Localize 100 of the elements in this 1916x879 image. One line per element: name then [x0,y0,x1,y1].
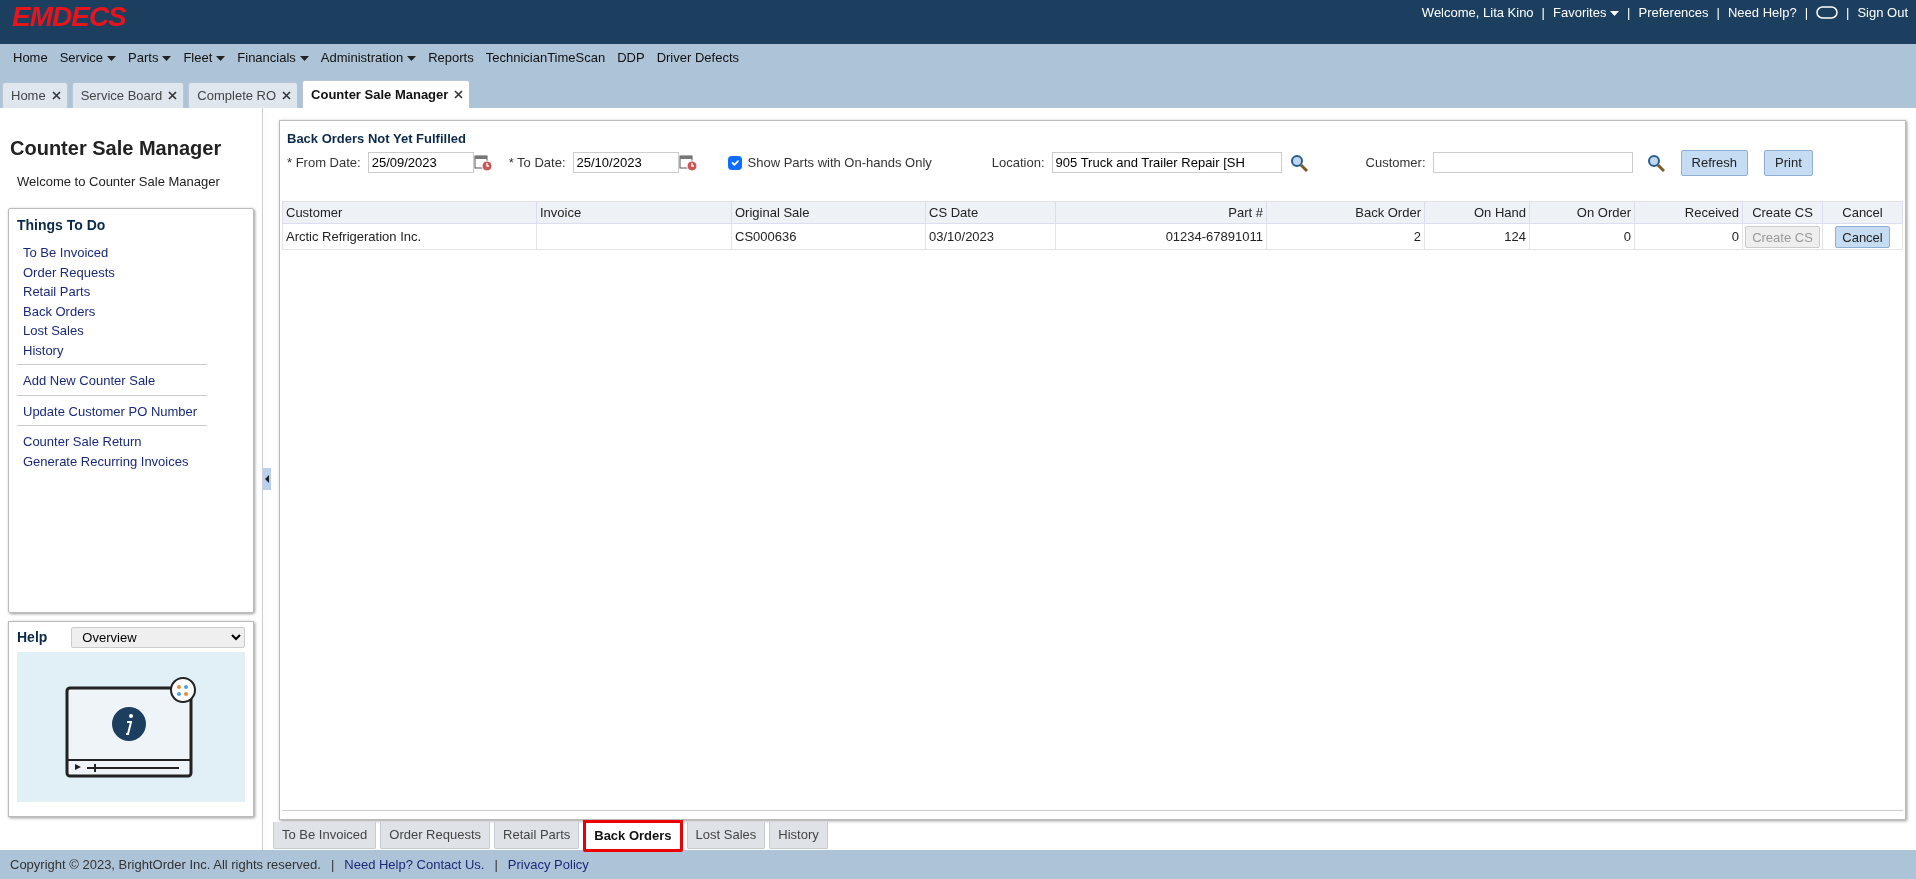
close-icon[interactable] [454,90,464,99]
document-tab[interactable]: Counter Sale Manager [302,80,471,108]
section-tab[interactable]: Retail Parts [494,822,580,849]
menu-item[interactable]: Financials [237,48,309,68]
table-cell: Arctic Refrigeration Inc. [282,223,537,250]
caret-icon [407,55,417,61]
field-label: Customer: [1365,153,1426,172]
customer-field[interactable] [1432,152,1633,173]
column-header: Cancel [1822,201,1903,224]
section-title: Back Orders Not Yet Fulfilled [287,130,467,148]
column-header: Back Order [1266,201,1425,224]
todo-link[interactable]: History [23,340,207,361]
todo-link[interactable]: Retail Parts [23,282,207,302]
header-link[interactable]: Preferences [1638,3,1709,23]
field-label: * From Date: [287,153,361,172]
search-icon[interactable] [1289,153,1308,172]
column-header: Invoice [536,201,732,224]
menu-item[interactable]: Service [59,48,117,68]
caret-icon [162,55,172,61]
date-field[interactable]: 25/10/2023 [572,152,679,173]
table-cell: CS000636 [731,223,926,250]
caret-icon [107,55,117,61]
todo-link[interactable]: Add New Counter Sale [23,371,207,391]
section-tab[interactable]: Order Requests [380,822,491,849]
search-icon[interactable] [1646,153,1665,172]
column-header: Customer [282,201,537,224]
close-icon[interactable] [168,91,178,100]
onhand-checkbox[interactable] [727,155,742,170]
help-topic-select[interactable]: Overview [71,626,245,648]
collapse-handle-icon[interactable] [263,468,271,490]
copyright-text: Copyright © 2023, BrightOrder Inc. All rights reserved. [10,855,321,874]
todo-link[interactable]: To Be Invoiced [23,243,207,263]
checkbox-label: Show Parts with On-hands Only [747,153,932,172]
header-link[interactable]: Need Help? [1727,3,1797,23]
table-cell: 03/10/2023 [925,223,1056,250]
document-tab[interactable]: Home [2,82,68,108]
menu-item[interactable]: Fleet [183,48,226,68]
todo-link[interactable]: Back Orders [23,301,207,322]
print-button[interactable]: Print [1764,149,1813,176]
chat-icon[interactable] [1816,5,1838,20]
separator: | [1804,4,1808,22]
document-tab[interactable]: Complete RO [188,82,299,108]
location-field[interactable]: 905 Truck and Trailer Repair [SH [1051,152,1282,173]
calendar-icon[interactable] [678,153,698,172]
menu-item[interactable]: Administration [320,48,417,68]
field-label: Location: [991,153,1045,172]
section-tab[interactable]: History [769,822,828,849]
refresh-button[interactable]: Refresh [1680,149,1749,176]
table-cell: 0 [1529,223,1635,250]
date-field[interactable]: 25/09/2023 [367,152,474,173]
todo-link[interactable]: Update Customer PO Number [23,401,207,422]
calendar-icon[interactable] [473,153,493,172]
todo-link[interactable]: Order Requests [23,262,207,283]
cancel-button[interactable]: Cancel [1835,225,1890,248]
section-title: Things To Do [17,216,107,234]
column-header: Part # [1055,201,1267,224]
section-tab[interactable]: To Be Invoiced [273,822,377,849]
welcome-text: Welcome, Lita Kino [1421,4,1534,22]
footer-link[interactable]: Privacy Policy [507,854,589,875]
menu-item[interactable]: TechnicianTimeScan [485,48,606,68]
column-header: Received [1634,201,1743,224]
caret-icon [1610,11,1620,17]
field-label: * To Date: [508,153,566,172]
table-cell: 2 [1266,223,1425,250]
menu-item[interactable]: Home [13,48,48,68]
column-header: Create CS [1742,201,1823,224]
menu-item[interactable]: DDP [617,48,645,68]
help-label: Help [17,627,48,647]
table-cell: 0 [1634,223,1743,250]
column-header: On Hand [1424,201,1530,224]
section-tab[interactable]: Lost Sales [686,822,766,849]
document-tab[interactable]: Service Board [71,82,185,108]
column-header: On Order [1529,201,1635,224]
menu-item[interactable]: Reports [428,48,474,68]
header-link[interactable]: Favorites [1553,3,1620,23]
column-header: CS Date [925,201,1056,224]
column-header: Original Sale [731,201,926,224]
caret-icon [299,55,309,61]
menu-item[interactable]: Driver Defects [656,48,739,68]
separator: | [330,855,335,874]
close-icon[interactable] [282,91,292,100]
app-logo: EMDECS [12,0,126,34]
separator: | [494,855,498,874]
table-cell: 01234-67891011 [1055,223,1267,250]
caret-icon [216,55,226,61]
menu-item[interactable]: Parts [128,48,172,68]
welcome-text: Welcome to Counter Sale Manager [17,173,221,191]
todo-link[interactable]: Lost Sales [23,321,207,341]
close-icon[interactable] [51,91,61,100]
table-cell: 124 [1424,223,1530,250]
todo-link[interactable]: Counter Sale Return [23,432,207,452]
separator: | [1627,4,1631,22]
separator: | [1716,4,1720,22]
page-title: Counter Sale Manager [10,136,223,160]
separator: | [1541,4,1545,22]
header-link[interactable]: Sign Out [1857,3,1908,23]
section-tab[interactable]: Back Orders [583,820,683,852]
separator: | [1846,4,1850,22]
footer-link[interactable]: Need Help? Contact Us. [344,854,485,875]
todo-link[interactable]: Generate Recurring Invoices [23,451,207,472]
